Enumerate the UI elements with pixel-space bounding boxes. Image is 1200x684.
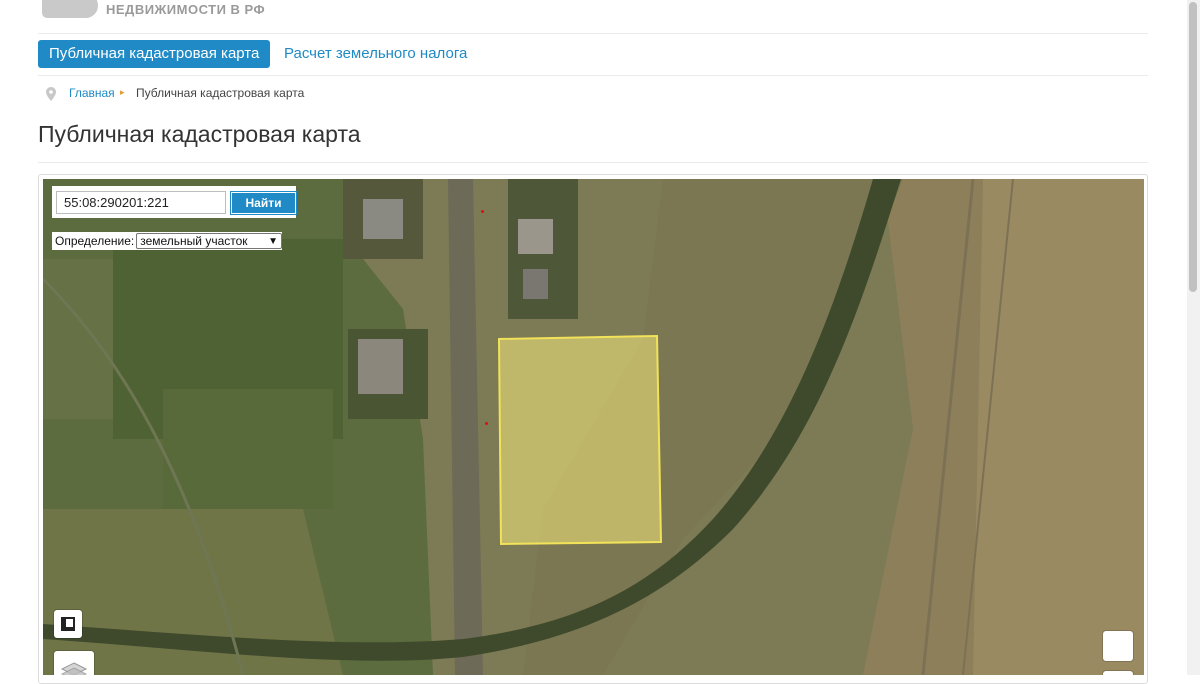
map-control-button-2[interactable] <box>1103 671 1133 675</box>
site-logo[interactable] <box>42 0 98 18</box>
definition-row: Определение: земельный участок ▼ <box>52 232 282 250</box>
cadastral-search-input[interactable] <box>56 191 226 214</box>
chevron-down-icon: ▼ <box>268 236 278 247</box>
breadcrumb-current: Публичная кадастровая карта <box>136 86 305 100</box>
nav-divider <box>38 75 1148 76</box>
page-scrollbar[interactable] <box>1187 0 1200 675</box>
definition-selected-value: земельный участок <box>140 234 248 248</box>
header-divider <box>38 33 1148 34</box>
boundary-point-marker <box>481 210 484 213</box>
brand-text: НЕДВИЖИМОСТИ В РФ <box>106 2 266 17</box>
print-icon <box>61 617 75 631</box>
definition-label: Определение: <box>55 234 135 248</box>
map-control-button[interactable] <box>1103 631 1133 661</box>
breadcrumb-separator-icon: ▸ <box>120 87 125 97</box>
search-button[interactable]: Найти <box>230 191 297 215</box>
title-divider <box>38 162 1148 163</box>
scrollbar-thumb[interactable] <box>1189 2 1197 292</box>
search-panel: Найти <box>52 186 297 218</box>
nav-tab-cadastral-map[interactable]: Публичная кадастровая карта <box>38 40 271 68</box>
nav-link-land-tax[interactable]: Расчет земельного налога <box>284 40 467 68</box>
layers-icon <box>60 662 88 675</box>
definition-select[interactable]: земельный участок ▼ <box>136 233 282 249</box>
print-button[interactable] <box>54 610 82 638</box>
breadcrumb-home[interactable]: Главная <box>69 86 115 100</box>
page-title: Публичная кадастровая карта <box>38 121 361 147</box>
layers-button[interactable] <box>54 651 94 675</box>
boundary-point-marker <box>485 422 488 425</box>
cadastral-map[interactable]: Найти Определение: земельный участок ▼ <box>43 179 1144 675</box>
satellite-imagery <box>43 179 1144 675</box>
map-pin-icon <box>46 87 56 101</box>
